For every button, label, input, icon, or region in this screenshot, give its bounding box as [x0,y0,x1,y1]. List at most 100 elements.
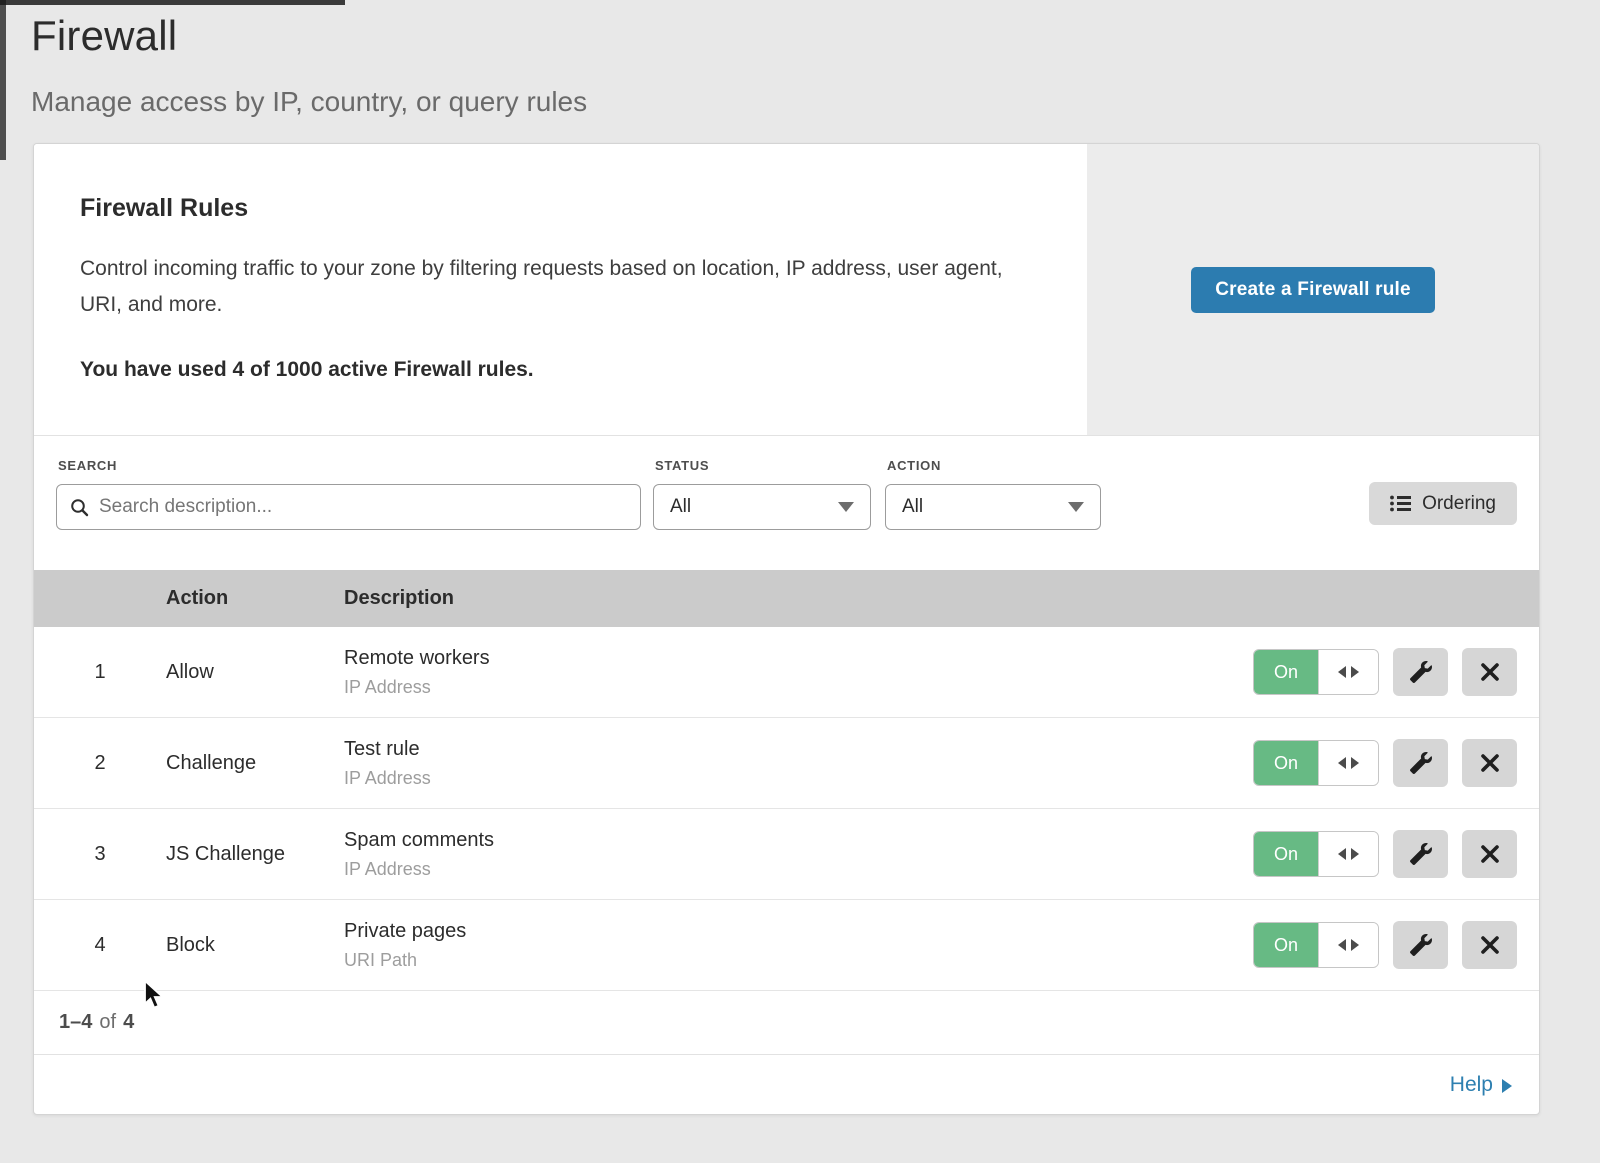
card-header-info: Firewall Rules Control incoming traffic … [34,144,1087,435]
rule-enabled-toggle[interactable]: On [1253,740,1379,786]
rule-match-type: IP Address [344,859,1253,880]
create-firewall-rule-button[interactable]: Create a Firewall rule [1191,267,1435,313]
pagination: 1–4 of 4 [34,991,1539,1055]
rule-enabled-toggle[interactable]: On [1253,649,1379,695]
wrench-icon [1410,661,1432,683]
edit-rule-button[interactable] [1393,830,1448,878]
rule-controls: On [1253,739,1539,787]
delete-rule-button[interactable] [1462,921,1517,969]
toggle-on-label: On [1254,832,1318,876]
toggle-knob[interactable] [1318,923,1378,967]
action-select[interactable]: All [885,484,1101,530]
rule-enabled-toggle[interactable]: On [1253,831,1379,877]
screenshot-edge-artifact-top [0,0,345,5]
table-row: 3 JS Challenge Spam comments IP Address … [34,809,1539,900]
help-link[interactable]: Help [1450,1073,1512,1097]
status-filter: STATUS All [653,456,871,570]
chevron-down-icon [1068,502,1084,512]
screenshot-edge-artifact-left [0,0,6,160]
delete-rule-button[interactable] [1462,739,1517,787]
rule-description-cell: Spam comments IP Address [344,829,1253,880]
search-input-wrap[interactable] [56,484,641,530]
rule-description-cell: Test rule IP Address [344,738,1253,789]
pagination-total: 4 [123,1011,134,1034]
table-header: Action Description [34,570,1539,627]
rule-description-cell: Private pages URI Path [344,920,1253,971]
arrow-right-icon [1351,848,1359,860]
edit-rule-button[interactable] [1393,648,1448,696]
description-column-header: Description [344,587,1539,610]
ordering-button-label: Ordering [1422,493,1496,515]
table-row: 2 Challenge Test rule IP Address On [34,718,1539,809]
toggle-on-label: On [1254,650,1318,694]
table-row: 1 Allow Remote workers IP Address On [34,627,1539,718]
rule-priority: 3 [34,843,166,866]
pagination-of: of [99,1011,116,1034]
ordered-list-icon [1390,495,1411,512]
rule-controls: On [1253,648,1539,696]
action-selected-value: All [902,496,923,518]
search-input[interactable] [99,496,627,518]
card-header-action-panel: Create a Firewall rule [1087,144,1539,435]
toggle-knob[interactable] [1318,832,1378,876]
rule-priority: 2 [34,752,166,775]
arrow-left-icon [1338,666,1346,678]
rule-action: Allow [166,661,344,684]
rule-match-type: URI Path [344,950,1253,971]
pagination-range: 1–4 [59,1011,92,1034]
arrow-right-icon [1351,757,1359,769]
toggle-knob[interactable] [1318,650,1378,694]
toggle-on-label: On [1254,923,1318,967]
chevron-down-icon [838,502,854,512]
ordering-wrap: Ordering [1369,456,1517,570]
help-link-label: Help [1450,1073,1493,1097]
card-footer: Help [34,1055,1539,1114]
toggle-knob[interactable] [1318,741,1378,785]
card-header: Firewall Rules Control incoming traffic … [34,144,1539,435]
rule-description: Spam comments [344,829,1253,852]
delete-rule-button[interactable] [1462,830,1517,878]
status-select[interactable]: All [653,484,871,530]
search-filter: SEARCH [56,456,641,570]
rules-heading: Firewall Rules [80,194,1027,223]
toggle-on-label: On [1254,741,1318,785]
arrow-left-icon [1338,939,1346,951]
close-icon [1479,661,1501,683]
arrow-left-icon [1338,848,1346,860]
delete-rule-button[interactable] [1462,648,1517,696]
rule-description: Test rule [344,738,1253,761]
search-label: SEARCH [58,458,641,473]
rule-match-type: IP Address [344,768,1253,789]
rule-enabled-toggle[interactable]: On [1253,922,1379,968]
search-icon [70,498,89,517]
rule-action: Block [166,934,344,957]
status-label: STATUS [655,458,871,473]
table-row: 4 Block Private pages URI Path On [34,900,1539,991]
action-filter: ACTION All [885,456,1101,570]
rule-description: Remote workers [344,647,1253,670]
page-title: Firewall [31,12,1600,60]
wrench-icon [1410,752,1432,774]
arrow-right-icon [1351,939,1359,951]
close-icon [1479,934,1501,956]
rule-action: Challenge [166,752,344,775]
filters-bar: SEARCH STATUS All ACTION All [34,435,1539,570]
rule-description-cell: Remote workers IP Address [344,647,1253,698]
close-icon [1479,752,1501,774]
rule-controls: On [1253,830,1539,878]
rules-usage-note: You have used 4 of 1000 active Firewall … [80,358,1027,382]
arrow-left-icon [1338,757,1346,769]
rule-priority: 4 [34,934,166,957]
wrench-icon [1410,934,1432,956]
wrench-icon [1410,843,1432,865]
rules-description: Control incoming traffic to your zone by… [80,251,1027,323]
action-label: ACTION [887,458,1101,473]
status-selected-value: All [670,496,691,518]
ordering-button[interactable]: Ordering [1369,482,1517,525]
arrow-right-icon [1351,666,1359,678]
page-subtitle: Manage access by IP, country, or query r… [31,86,1600,118]
edit-rule-button[interactable] [1393,739,1448,787]
action-column-header: Action [166,587,344,610]
rule-priority: 1 [34,661,166,684]
edit-rule-button[interactable] [1393,921,1448,969]
